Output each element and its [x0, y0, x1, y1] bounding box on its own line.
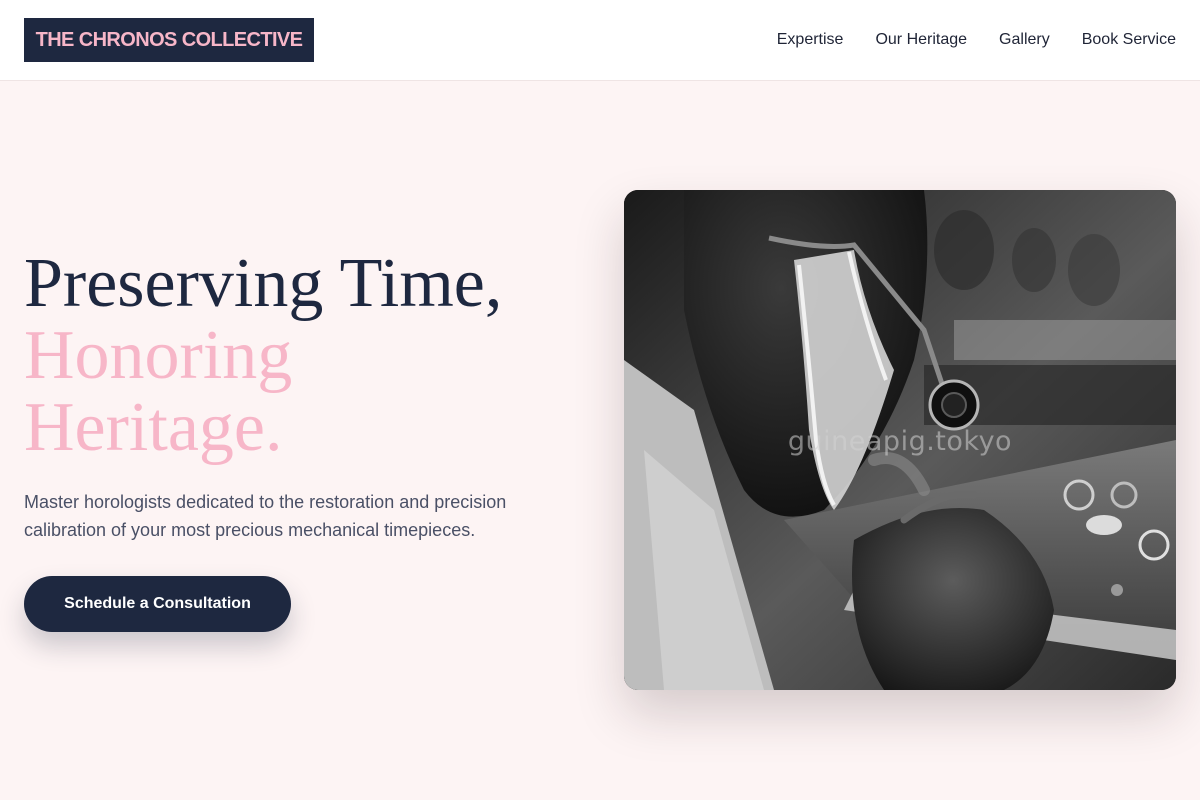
- hero-heading: Preserving Time, Honoring Heritage.: [24, 248, 502, 464]
- nav-link-gallery[interactable]: Gallery: [999, 31, 1050, 49]
- nav-link-our-heritage[interactable]: Our Heritage: [875, 31, 967, 49]
- main-nav: Expertise Our Heritage Gallery Book Serv…: [777, 0, 1176, 80]
- schedule-consultation-button[interactable]: Schedule a Consultation: [24, 576, 291, 632]
- hero-image: guineapig.tokyo: [624, 190, 1176, 690]
- nav-link-book-service[interactable]: Book Service: [1082, 31, 1176, 49]
- hero-heading-accent: Honoring Heritage.: [24, 317, 293, 466]
- site-header: THE CHRONOS COLLECTIVE Expertise Our Her…: [0, 0, 1200, 81]
- nav-link-expertise[interactable]: Expertise: [777, 31, 844, 49]
- hero-subtext: Master horologists dedicated to the rest…: [24, 492, 507, 540]
- hero-heading-line1: Preserving Time,: [24, 245, 503, 322]
- brand-logo[interactable]: THE CHRONOS COLLECTIVE: [24, 18, 314, 62]
- watchmaker-photo: [624, 190, 1176, 690]
